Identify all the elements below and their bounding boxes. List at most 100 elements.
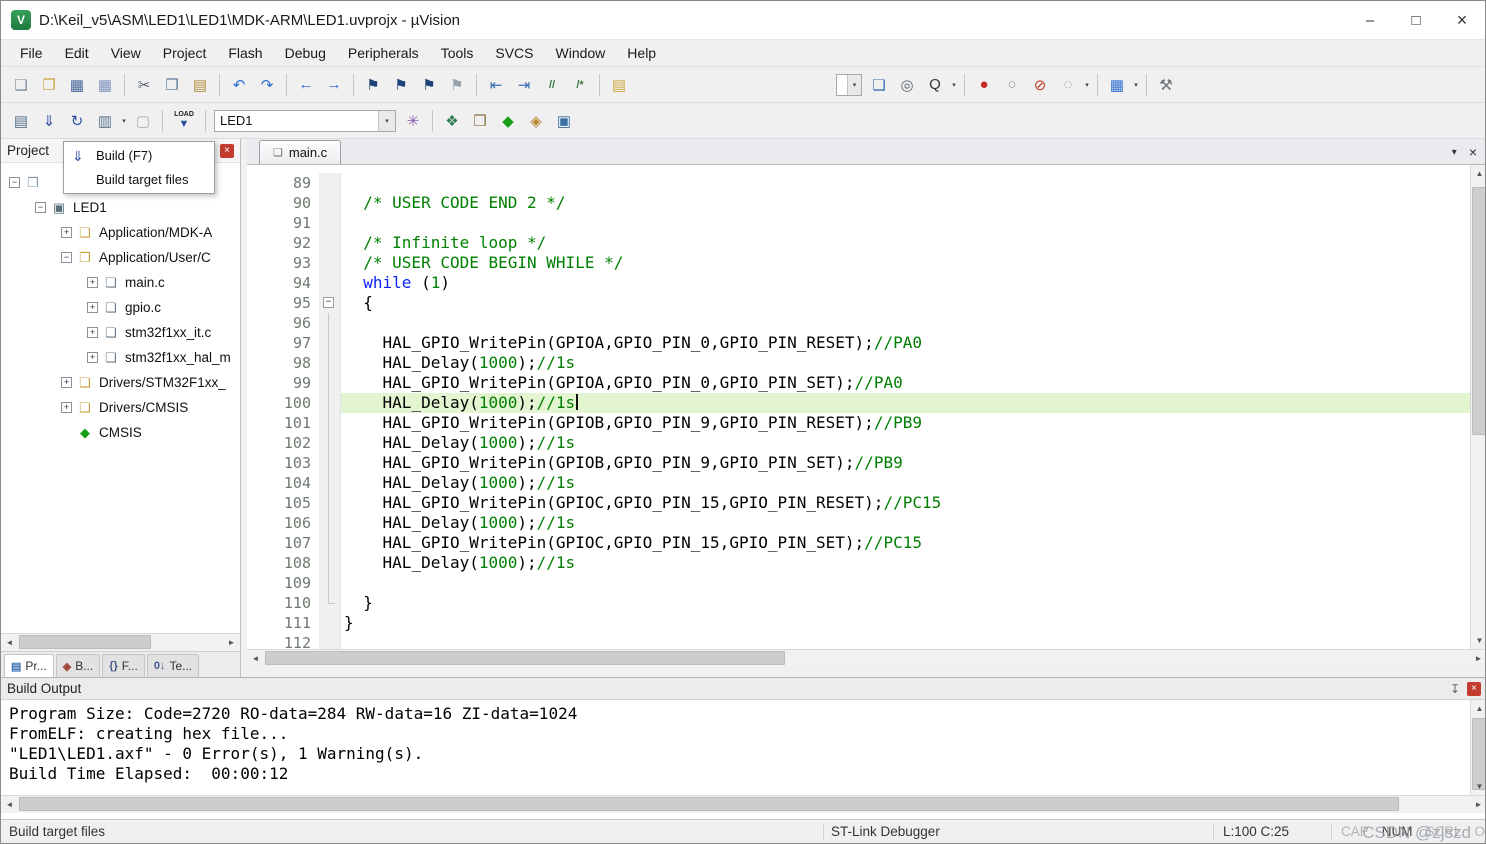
menu-item-help[interactable]: Help: [616, 41, 667, 65]
bookmark-clear-icon[interactable]: ⚑: [444, 72, 470, 98]
code-line[interactable]: 111}: [247, 613, 1470, 633]
scrollbar-thumb[interactable]: [1472, 187, 1485, 435]
code-line[interactable]: 90 /* USER CODE END 2 */: [247, 193, 1470, 213]
redo-icon[interactable]: ↷: [254, 72, 280, 98]
scroll-up-icon[interactable]: ▲: [1471, 700, 1485, 717]
build-output-vscrollbar[interactable]: ▲ ▼: [1470, 700, 1485, 795]
bookmark-toggle-icon[interactable]: ⚑: [360, 72, 386, 98]
bookmark-prev-icon[interactable]: ⚑: [388, 72, 414, 98]
menu-item-peripherals[interactable]: Peripherals: [337, 41, 430, 65]
tree-item-application-mdk-a[interactable]: + ❑ Application/MDK-A: [1, 220, 240, 245]
stop-build-icon[interactable]: ▢: [130, 108, 156, 134]
scroll-right-icon[interactable]: ►: [1470, 650, 1485, 667]
disable-breakpoint-icon[interactable]: ○: [999, 72, 1025, 98]
new-file-icon[interactable]: ❏: [8, 72, 34, 98]
quick-find-icon[interactable]: Q: [922, 72, 948, 98]
tab-functions[interactable]: {} F...: [102, 654, 145, 677]
insert-template-icon[interactable]: ▤: [606, 72, 632, 98]
code-line[interactable]: 99 HAL_GPIO_WritePin(GPIOA,GPIO_PIN_0,GP…: [247, 373, 1470, 393]
dropdown-arrow-icon[interactable]: ▾: [1082, 81, 1092, 89]
menu-item-tools[interactable]: Tools: [430, 41, 485, 65]
code-line[interactable]: 103 HAL_GPIO_WritePin(GPIOB,GPIO_PIN_9,G…: [247, 453, 1470, 473]
document-list-dropdown-icon[interactable]: ▾: [1452, 147, 1457, 158]
tab-main-c[interactable]: ❏ main.c: [259, 140, 342, 164]
tree-expander-icon[interactable]: +: [61, 402, 72, 413]
scroll-right-icon[interactable]: ►: [1470, 796, 1485, 813]
cut-icon[interactable]: ✂: [131, 72, 157, 98]
dropdown-arrow-icon[interactable]: ▾: [847, 74, 861, 95]
dropdown-arrow-icon[interactable]: ▾: [949, 81, 959, 89]
tab-project[interactable]: ▤ Pr...: [4, 654, 54, 677]
batch-build-icon[interactable]: ▥: [92, 108, 118, 134]
code-line[interactable]: 112: [247, 633, 1470, 649]
build-icon[interactable]: ⇓: [36, 108, 62, 134]
file-extensions-icon[interactable]: ❒: [467, 108, 493, 134]
minimize-button[interactable]: –: [1347, 1, 1393, 39]
open-file-icon[interactable]: ❐: [36, 72, 62, 98]
bookmark-next-icon[interactable]: ⚑: [416, 72, 442, 98]
code-line[interactable]: 108 HAL_Delay(1000);//1s: [247, 553, 1470, 573]
tab-templates[interactable]: 0↓ Te...: [146, 654, 200, 677]
code-line[interactable]: 105 HAL_GPIO_WritePin(GPIOC,GPIO_PIN_15,…: [247, 493, 1470, 513]
save-all-icon[interactable]: ▦: [92, 72, 118, 98]
target-select[interactable]: LED1 ▾: [214, 109, 396, 132]
code-line[interactable]: 104 HAL_Delay(1000);//1s: [247, 473, 1470, 493]
download-icon[interactable]: LOAD ▼: [169, 108, 199, 134]
dropdown-arrow-icon[interactable]: ▾: [119, 117, 129, 125]
indent-icon[interactable]: ⇥: [511, 72, 537, 98]
menu-item-debug[interactable]: Debug: [274, 41, 337, 65]
code-line[interactable]: 110 }: [247, 593, 1470, 613]
tree-expander-icon[interactable]: +: [61, 227, 72, 238]
code-line[interactable]: 94 while (1): [247, 273, 1470, 293]
find-icon[interactable]: ◎: [894, 72, 920, 98]
code-line[interactable]: 98 HAL_Delay(1000);//1s: [247, 353, 1470, 373]
target-options-icon[interactable]: ✳: [400, 108, 426, 134]
undo-icon[interactable]: ↶: [226, 72, 252, 98]
menu-item-view[interactable]: View: [100, 41, 152, 65]
dropdown-arrow-icon[interactable]: ▾: [1131, 81, 1141, 89]
code-line[interactable]: 101 HAL_GPIO_WritePin(GPIOB,GPIO_PIN_9,G…: [247, 413, 1470, 433]
tree-expander-icon[interactable]: +: [87, 352, 98, 363]
navigate-back-icon[interactable]: ←: [293, 72, 319, 98]
scrollbar-thumb[interactable]: [19, 635, 151, 649]
tree-item-gpio-c[interactable]: + ❏ gpio.c: [1, 295, 240, 320]
uncomment-icon[interactable]: /*: [567, 72, 593, 98]
code-line[interactable]: 109: [247, 573, 1470, 593]
tree-item-drivers-stm32f1xx-[interactable]: + ❑ Drivers/STM32F1xx_: [1, 370, 240, 395]
pin-icon[interactable]: ↧: [1447, 682, 1463, 696]
build-output-log[interactable]: Program Size: Code=2720 RO-data=284 RW-d…: [1, 700, 1470, 795]
code-line[interactable]: 95 − {: [247, 293, 1470, 313]
editor-vscrollbar[interactable]: ▲ ▼: [1470, 165, 1485, 649]
tree-item-application-user-c[interactable]: − ❐ Application/User/C: [1, 245, 240, 270]
scroll-right-icon[interactable]: ►: [223, 634, 240, 651]
tree-expander-icon[interactable]: −: [9, 177, 20, 188]
tab-books[interactable]: ◈ B...: [55, 654, 101, 677]
tree-expander-icon[interactable]: +: [87, 302, 98, 313]
window-layout-icon[interactable]: ▦: [1104, 72, 1130, 98]
tree-expander-icon[interactable]: +: [87, 277, 98, 288]
breakpoint-options-icon[interactable]: ◌: [1055, 72, 1081, 98]
status-debugger[interactable]: ST-Link Debugger: [831, 824, 940, 839]
dropdown-arrow-icon[interactable]: ▾: [378, 110, 395, 131]
project-hscrollbar[interactable]: ◄ ►: [1, 633, 240, 651]
tree-item-drivers-cmsis[interactable]: + ❑ Drivers/CMSIS: [1, 395, 240, 420]
paste-icon[interactable]: ▤: [187, 72, 213, 98]
menu-item-window[interactable]: Window: [545, 41, 617, 65]
tree-item-stm32f1xx-it-c[interactable]: + ❏ stm32f1xx_it.c: [1, 320, 240, 345]
build-output-hscrollbar[interactable]: ◄ ►: [1, 795, 1485, 813]
code-line[interactable]: 107 HAL_GPIO_WritePin(GPIOC,GPIO_PIN_15,…: [247, 533, 1470, 553]
scroll-left-icon[interactable]: ◄: [1, 796, 18, 813]
code-line[interactable]: 92 /* Infinite loop */: [247, 233, 1470, 253]
tree-item-led1[interactable]: − ▣ LED1: [1, 195, 240, 220]
code-line[interactable]: 97 HAL_GPIO_WritePin(GPIOA,GPIO_PIN_0,GP…: [247, 333, 1470, 353]
scrollbar-thumb[interactable]: [19, 797, 1399, 811]
scroll-left-icon[interactable]: ◄: [247, 650, 264, 667]
menu-item-svcs[interactable]: SVCS: [484, 41, 544, 65]
tree-expander-icon[interactable]: +: [87, 327, 98, 338]
code-line[interactable]: 93 /* USER CODE BEGIN WHILE */: [247, 253, 1470, 273]
find-history-combo[interactable]: ▾: [836, 73, 862, 96]
copy-icon[interactable]: ❐: [159, 72, 185, 98]
scroll-down-icon[interactable]: ▼: [1471, 632, 1485, 649]
rebuild-icon[interactable]: ↻: [64, 108, 90, 134]
select-packs-icon[interactable]: ◈: [523, 108, 549, 134]
